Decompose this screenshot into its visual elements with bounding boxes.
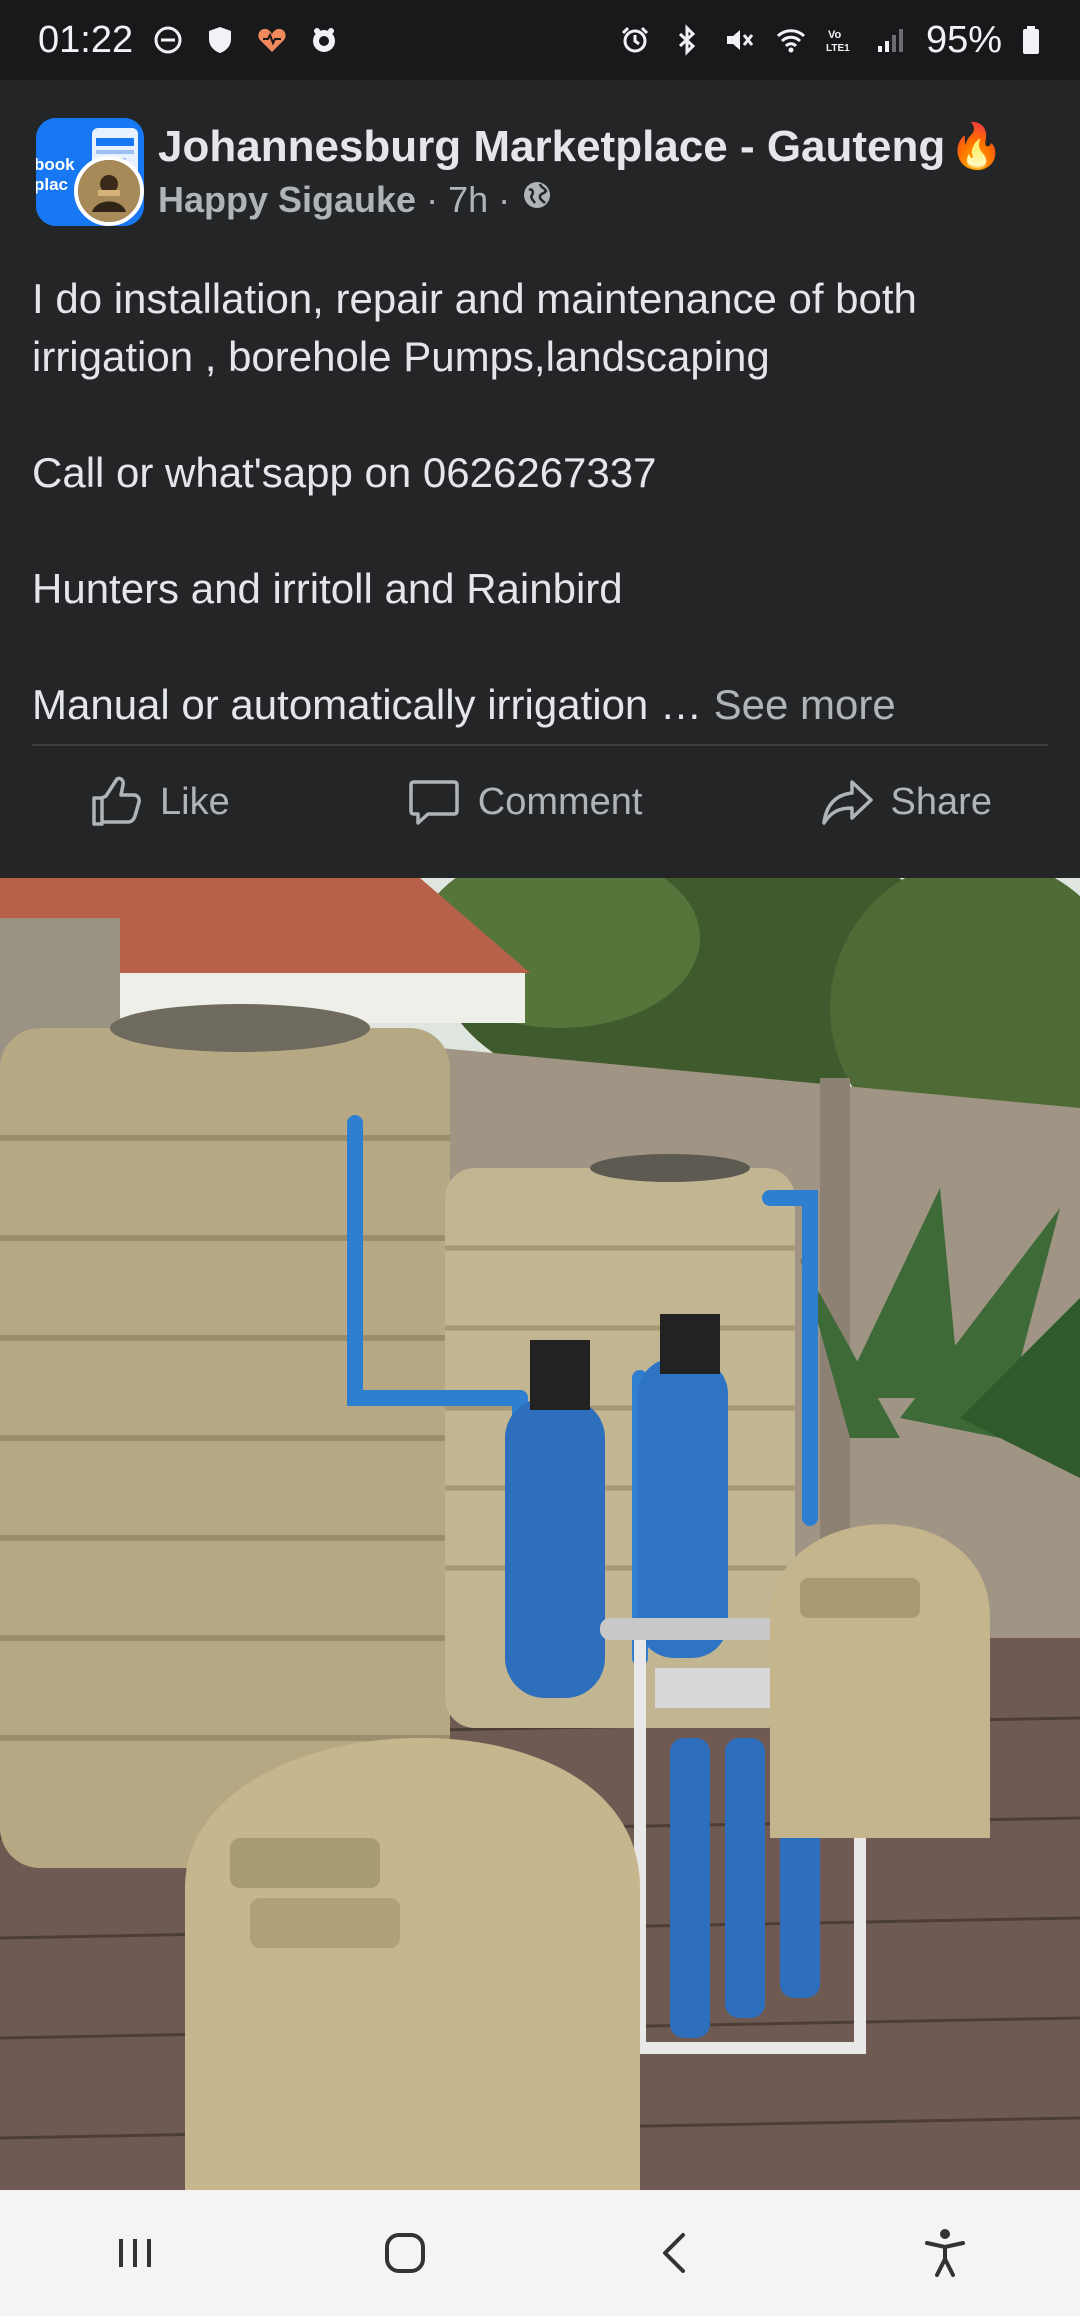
recent-apps-button[interactable] xyxy=(85,2213,185,2293)
accessibility-icon xyxy=(925,2229,965,2277)
like-label: Like xyxy=(160,780,230,823)
battery-percentage: 95% xyxy=(925,18,1002,61)
share-label: Share xyxy=(890,780,992,823)
irrigation-tanks-photo xyxy=(0,878,1080,2190)
recent-apps-icon xyxy=(119,2239,151,2267)
bluetooth-icon xyxy=(670,23,704,57)
status-bar-left: 01:22 xyxy=(38,19,341,62)
author-name[interactable]: Happy Sigauke xyxy=(158,179,416,221)
user-avatar-image xyxy=(78,160,140,222)
like-icon xyxy=(92,776,141,826)
like-button[interactable]: Like xyxy=(88,774,230,830)
home-button[interactable] xyxy=(355,2213,455,2293)
accessibility-button[interactable] xyxy=(895,2213,995,2293)
post-meta: Happy Sigauke · 7h · xyxy=(158,178,554,221)
post-actions: Like Comment Share xyxy=(0,746,1080,858)
svg-text:plac: plac xyxy=(36,175,68,194)
see-more-link[interactable]: See more xyxy=(714,681,896,728)
group-name-link[interactable]: Johannesburg Marketplace - Gauteng🔥 xyxy=(158,120,1004,172)
home-icon xyxy=(385,2233,425,2273)
wifi-icon xyxy=(774,23,808,57)
volte-lte-icon: Vo LTE1 xyxy=(826,23,856,57)
back-button[interactable] xyxy=(625,2213,725,2293)
comment-icon xyxy=(409,780,459,825)
user-avatar[interactable] xyxy=(74,156,144,226)
post-photo[interactable] xyxy=(0,878,1080,2190)
svg-text:book: book xyxy=(36,155,75,174)
health-heart-icon xyxy=(255,23,289,57)
app-notification-icon xyxy=(307,23,341,57)
post-card: book plac Johannesburg Marketplace - Gau… xyxy=(0,80,1080,860)
system-nav-bar xyxy=(0,2190,1080,2316)
comment-button[interactable]: Comment xyxy=(406,774,643,830)
do-not-disturb-icon xyxy=(151,23,185,57)
post-text-last-line: Manual or automatically irrigation … See… xyxy=(32,676,1042,734)
svg-text:LTE1: LTE1 xyxy=(826,43,850,54)
meta-separator: · xyxy=(498,178,511,220)
post-text-line: I do installation, repair and maintenanc… xyxy=(32,275,917,380)
comment-label: Comment xyxy=(477,780,643,823)
mute-icon xyxy=(722,23,756,57)
signal-icon xyxy=(874,23,908,57)
battery-icon xyxy=(1020,23,1042,57)
status-bar-right: Vo LTE1 95% xyxy=(618,19,1042,62)
globe-icon xyxy=(520,178,554,221)
group-name: Johannesburg Marketplace - Gauteng xyxy=(158,122,946,171)
fire-emoji: 🔥 xyxy=(949,122,1005,171)
post-text-truncated: Manual or automatically irrigation … xyxy=(32,681,702,728)
post-text-line: Call or what'sapp on 0626267337 xyxy=(32,449,657,496)
status-bar: 01:22 Vo LTE1 95% xyxy=(0,0,1080,80)
back-icon xyxy=(663,2233,685,2273)
meta-separator: · xyxy=(426,178,439,220)
post-body: I do installation, repair and maintenanc… xyxy=(32,270,1042,734)
post-time[interactable]: 7h xyxy=(448,179,488,221)
share-button[interactable]: Share xyxy=(819,774,992,830)
clock: 01:22 xyxy=(38,18,134,61)
shield-icon xyxy=(203,23,237,57)
share-icon xyxy=(821,780,873,825)
svg-text:Vo: Vo xyxy=(828,29,842,41)
post-text-line: Hunters and irritoll and Rainbird xyxy=(32,565,623,612)
alarm-icon xyxy=(618,23,652,57)
